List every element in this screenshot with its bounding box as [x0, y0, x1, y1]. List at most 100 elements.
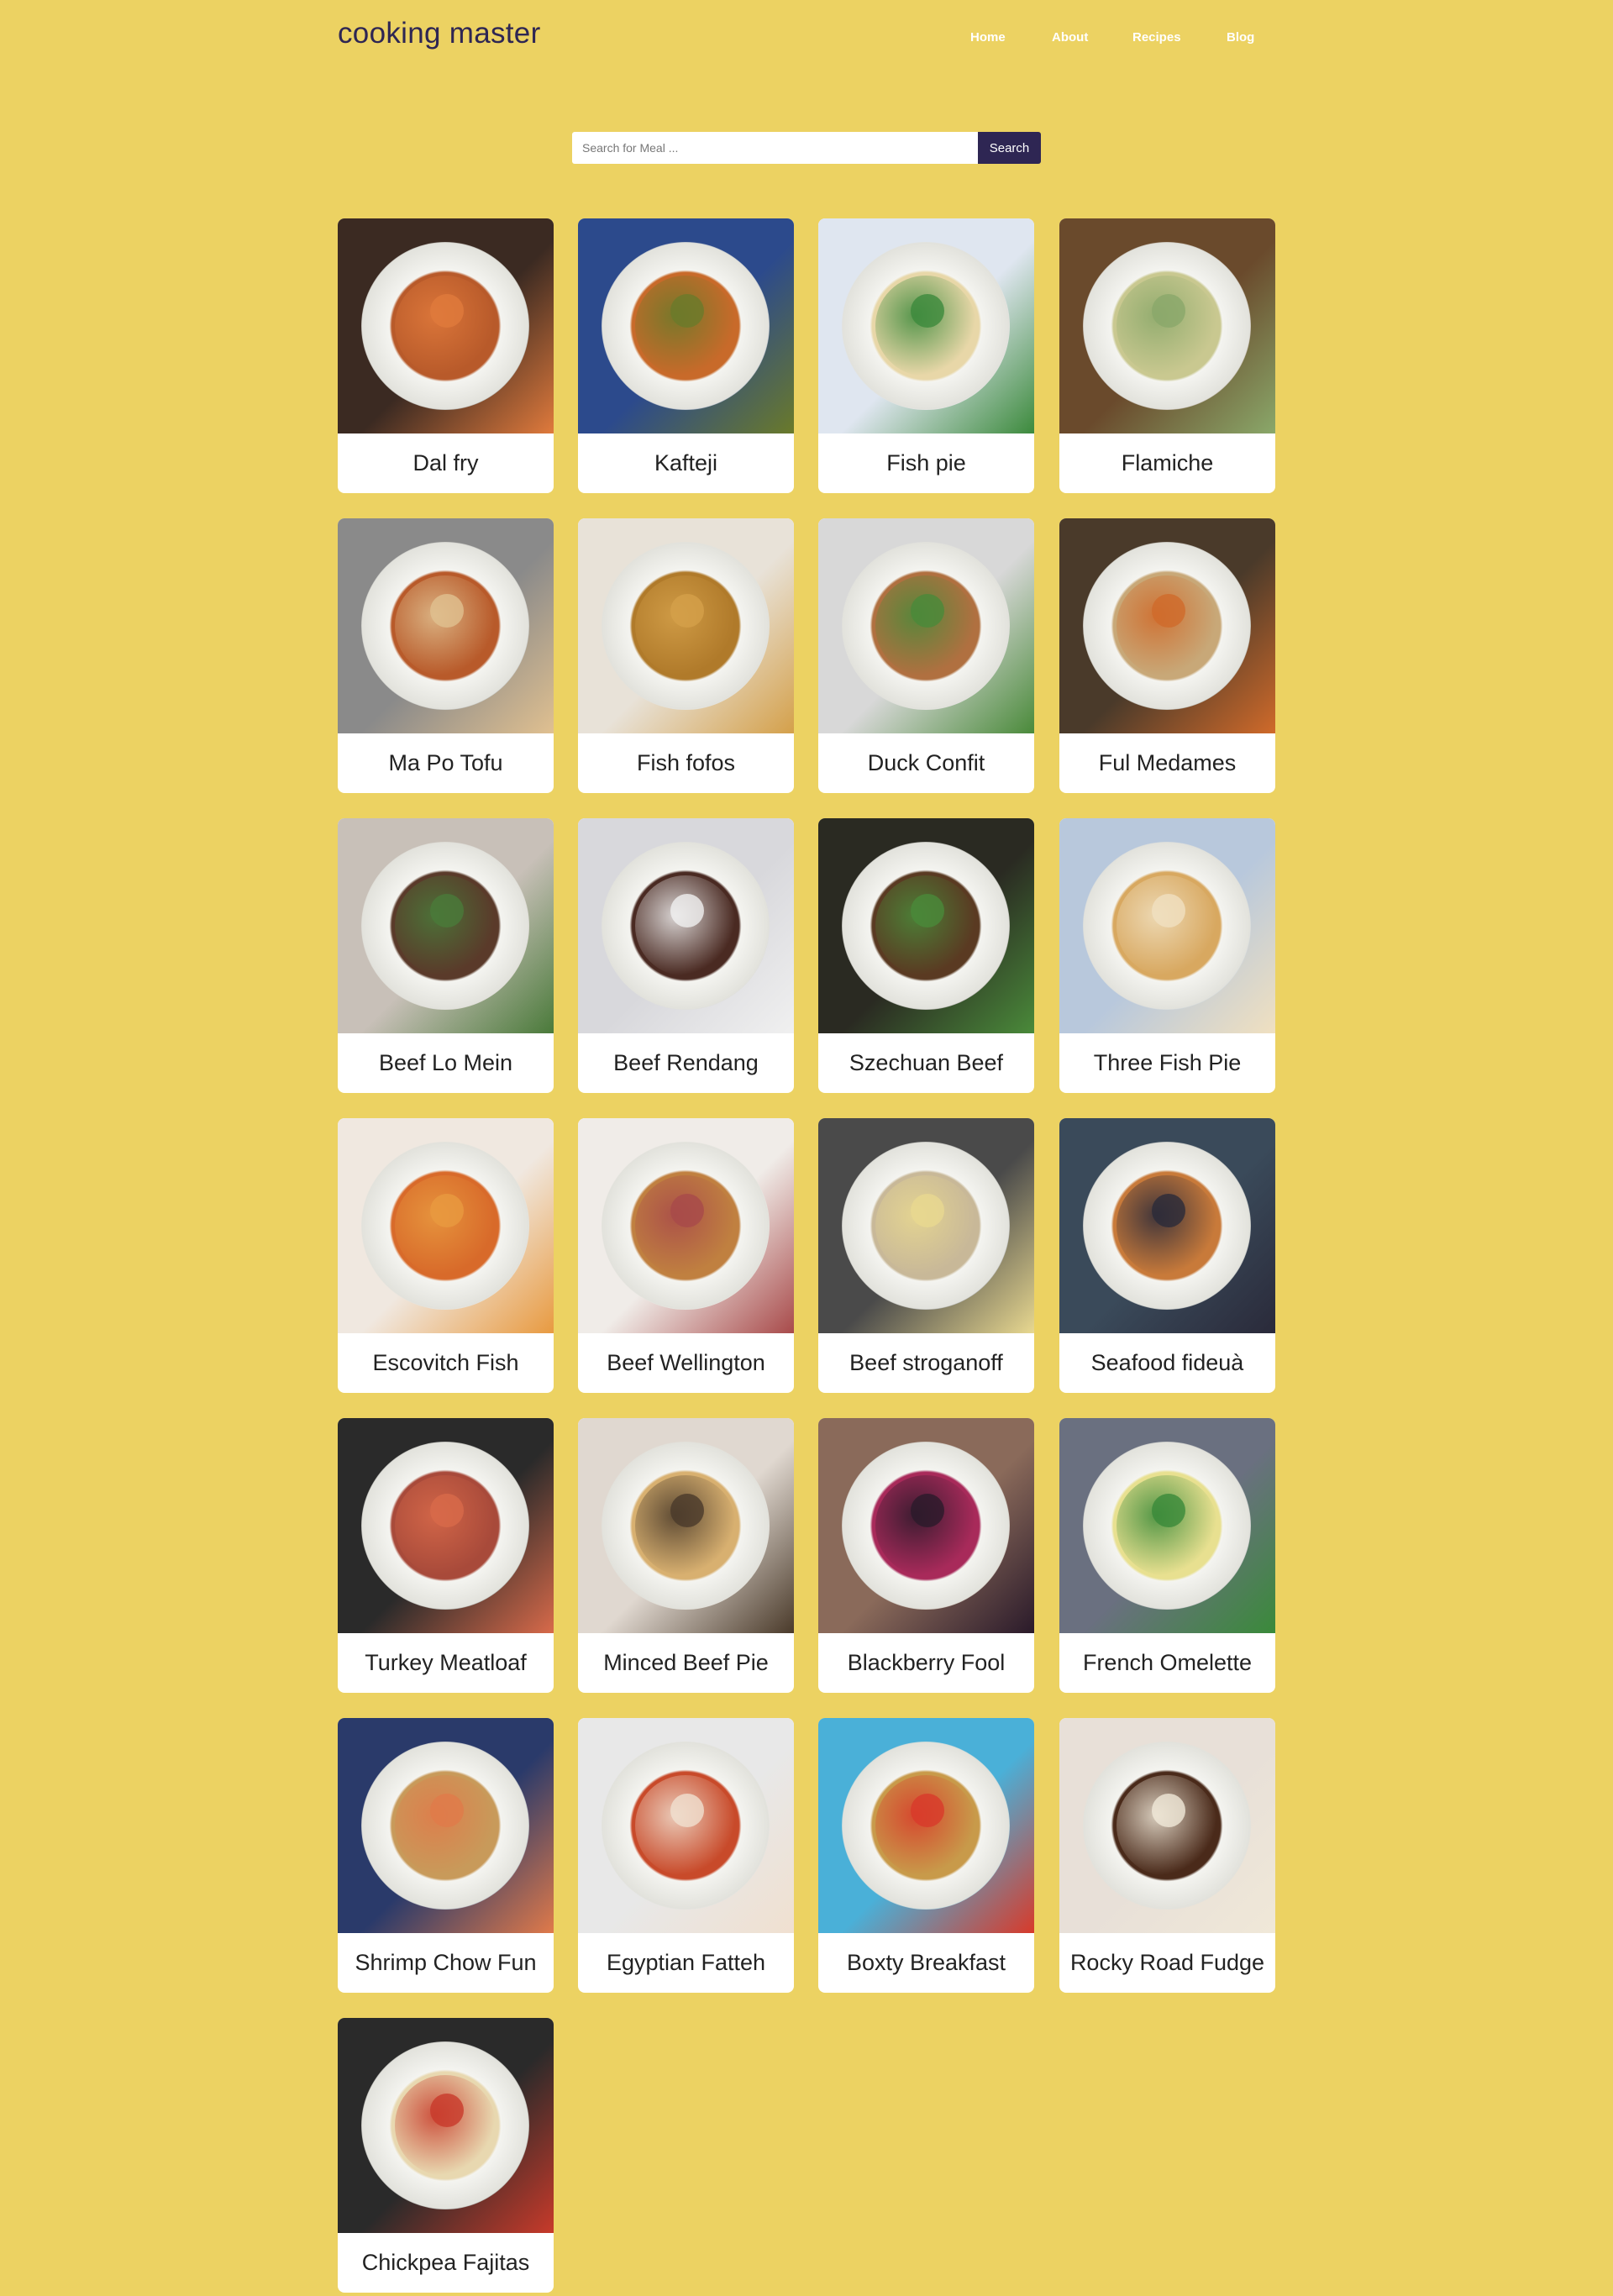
meal-card[interactable]: Ma Po Tofu	[338, 518, 554, 793]
meal-image[interactable]	[1059, 1718, 1275, 1933]
meal-card[interactable]: Szechuan Beef	[818, 818, 1034, 1093]
meal-card[interactable]: Beef Lo Mein	[338, 818, 554, 1093]
meal-image[interactable]	[578, 518, 794, 733]
garnish-shape	[430, 2094, 464, 2127]
meal-card[interactable]: Fish fofos	[578, 518, 794, 793]
meal-card[interactable]: Escovitch Fish	[338, 1118, 554, 1393]
meal-image[interactable]	[578, 1118, 794, 1333]
meal-title[interactable]: Fish fofos	[578, 733, 794, 793]
meal-card[interactable]: Blackberry Fool	[818, 1418, 1034, 1693]
meal-image[interactable]	[818, 1418, 1034, 1633]
meal-title[interactable]: Chickpea Fajitas	[338, 2233, 554, 2293]
meal-image[interactable]	[338, 1118, 554, 1333]
meal-image[interactable]	[818, 518, 1034, 733]
meal-card[interactable]: Seafood fideuà	[1059, 1118, 1275, 1393]
meal-title[interactable]: Kafteji	[578, 433, 794, 493]
meal-title[interactable]: Seafood fideuà	[1059, 1333, 1275, 1393]
meal-card[interactable]: Beef Rendang	[578, 818, 794, 1093]
meal-card[interactable]: Beef stroganoff	[818, 1118, 1034, 1393]
meal-title[interactable]: Blackberry Fool	[818, 1633, 1034, 1693]
meal-image[interactable]	[338, 2018, 554, 2233]
garnish-shape	[670, 1794, 704, 1827]
meal-title[interactable]: Three Fish Pie	[1059, 1033, 1275, 1093]
garnish-shape	[911, 1794, 944, 1827]
meal-card[interactable]: Ful Medames	[1059, 518, 1275, 793]
garnish-shape	[1152, 294, 1185, 328]
meal-image[interactable]	[338, 818, 554, 1033]
meal-title[interactable]: Beef Rendang	[578, 1033, 794, 1093]
meal-image[interactable]	[578, 218, 794, 433]
meal-title[interactable]: Flamiche	[1059, 433, 1275, 493]
garnish-shape	[670, 894, 704, 927]
meal-card[interactable]: Shrimp Chow Fun	[338, 1718, 554, 1993]
meal-card[interactable]: Beef Wellington	[578, 1118, 794, 1393]
site-header: cooking master Home About Recipes Blog	[338, 0, 1275, 76]
meal-title[interactable]: Beef stroganoff	[818, 1333, 1034, 1393]
garnish-shape	[1152, 1494, 1185, 1527]
meal-card[interactable]: Fish pie	[818, 218, 1034, 493]
meal-image[interactable]	[1059, 518, 1275, 733]
meal-image[interactable]	[1059, 218, 1275, 433]
meal-title[interactable]: Beef Wellington	[578, 1333, 794, 1393]
meal-card[interactable]: Boxty Breakfast	[818, 1718, 1034, 1993]
nav-blog-link[interactable]: Blog	[1227, 30, 1254, 45]
meal-image[interactable]	[578, 1718, 794, 1933]
meal-title[interactable]: Ful Medames	[1059, 733, 1275, 793]
meal-card[interactable]: Minced Beef Pie	[578, 1418, 794, 1693]
meal-image[interactable]	[578, 818, 794, 1033]
garnish-shape	[430, 294, 464, 328]
main-nav: Home About Recipes Blog	[338, 30, 1275, 47]
meal-image[interactable]	[1059, 1118, 1275, 1333]
garnish-shape	[1152, 594, 1185, 628]
meal-card[interactable]: Duck Confit	[818, 518, 1034, 793]
meal-title[interactable]: Escovitch Fish	[338, 1333, 554, 1393]
meal-title[interactable]: Egyptian Fatteh	[578, 1933, 794, 1993]
meal-title[interactable]: Shrimp Chow Fun	[338, 1933, 554, 1993]
garnish-shape	[911, 294, 944, 328]
meal-title[interactable]: Boxty Breakfast	[818, 1933, 1034, 1993]
meal-image[interactable]	[338, 218, 554, 433]
meal-title[interactable]: Fish pie	[818, 433, 1034, 493]
meal-title[interactable]: Dal fry	[338, 433, 554, 493]
meal-image[interactable]	[1059, 818, 1275, 1033]
meal-card[interactable]: Egyptian Fatteh	[578, 1718, 794, 1993]
meal-title[interactable]: Ma Po Tofu	[338, 733, 554, 793]
meal-card[interactable]: Flamiche	[1059, 218, 1275, 493]
garnish-shape	[1152, 1194, 1185, 1227]
garnish-shape	[911, 1194, 944, 1227]
meal-card[interactable]: Turkey Meatloaf	[338, 1418, 554, 1693]
meal-image[interactable]	[338, 1718, 554, 1933]
meal-image[interactable]	[818, 818, 1034, 1033]
meal-image[interactable]	[818, 218, 1034, 433]
meal-image[interactable]	[818, 1118, 1034, 1333]
meal-card[interactable]: Three Fish Pie	[1059, 818, 1275, 1093]
meal-title[interactable]: Duck Confit	[818, 733, 1034, 793]
nav-about-link[interactable]: About	[1052, 30, 1088, 45]
meal-title[interactable]: French Omelette	[1059, 1633, 1275, 1693]
meal-card[interactable]: Chickpea Fajitas	[338, 2018, 554, 2293]
garnish-shape	[1152, 1794, 1185, 1827]
meal-card[interactable]: Rocky Road Fudge	[1059, 1718, 1275, 1993]
meal-card[interactable]: French Omelette	[1059, 1418, 1275, 1693]
garnish-shape	[430, 1194, 464, 1227]
meal-title[interactable]: Beef Lo Mein	[338, 1033, 554, 1093]
garnish-shape	[430, 894, 464, 927]
meal-image[interactable]	[338, 518, 554, 733]
meal-image[interactable]	[1059, 1418, 1275, 1633]
meal-title[interactable]: Turkey Meatloaf	[338, 1633, 554, 1693]
meal-title[interactable]: Szechuan Beef	[818, 1033, 1034, 1093]
search-form: Search	[572, 132, 1041, 164]
garnish-shape	[911, 594, 944, 628]
nav-home-link[interactable]: Home	[970, 30, 1006, 45]
search-button[interactable]: Search	[978, 132, 1041, 164]
meal-title[interactable]: Rocky Road Fudge	[1059, 1933, 1275, 1993]
meal-image[interactable]	[818, 1718, 1034, 1933]
search-input[interactable]	[572, 132, 978, 164]
meal-image[interactable]	[578, 1418, 794, 1633]
meal-card[interactable]: Kafteji	[578, 218, 794, 493]
meal-title[interactable]: Minced Beef Pie	[578, 1633, 794, 1693]
meal-image[interactable]	[338, 1418, 554, 1633]
meal-card[interactable]: Dal fry	[338, 218, 554, 493]
nav-recipes-link[interactable]: Recipes	[1132, 30, 1181, 45]
garnish-shape	[670, 1194, 704, 1227]
